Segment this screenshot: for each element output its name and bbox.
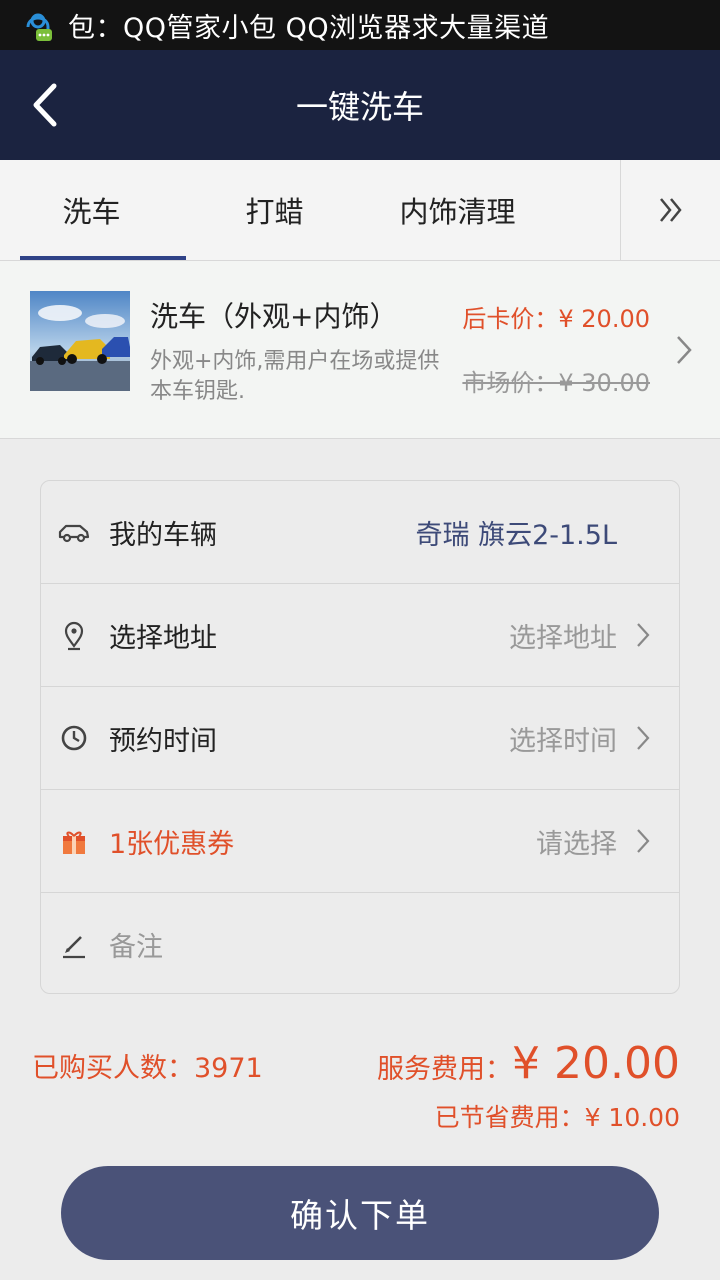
clock-icon <box>57 721 91 755</box>
tab-label: 打蜡 <box>245 195 304 229</box>
tab-wax[interactable]: 打蜡 <box>183 160 366 260</box>
product-name: 洗车（外观+内饰） <box>150 300 398 333</box>
chevron-left-icon <box>33 83 57 127</box>
time-row[interactable]: 预约时间 选择时间 <box>41 687 679 790</box>
vehicle-row[interactable]: 我的车辆 奇瑞 旗云2-1.5L <box>41 481 679 584</box>
time-label: 预约时间 <box>109 725 217 757</box>
gift-icon <box>57 824 91 858</box>
coupon-value: 请选择 <box>536 828 617 860</box>
status-bar: 包：QQ管家小包 QQ浏览器求大量渠道 <box>0 0 720 50</box>
coupon-label: 1张优惠券 <box>109 828 235 860</box>
car-icon <box>57 515 91 549</box>
back-button[interactable] <box>26 80 70 130</box>
address-label: 选择地址 <box>109 622 217 654</box>
service-fee: 服务费用： ¥ 20.00 <box>377 1038 680 1089</box>
note-row[interactable]: 备注 <box>41 893 679 995</box>
fee-value: ¥ 20.00 <box>512 1038 680 1089</box>
saved-amount: 已节省费用：¥ 10.00 <box>434 1103 680 1132</box>
chevron-right-icon <box>635 827 651 855</box>
card-price: 后卡价：¥ 20.00 <box>462 305 650 333</box>
buyers-count: 已购买人数：3971 <box>32 1053 263 1084</box>
location-pin-icon <box>57 618 91 652</box>
coupon-row[interactable]: 1张优惠券 请选择 <box>41 790 679 893</box>
notification-text: 包：QQ管家小包 QQ浏览器求大量渠道 <box>68 12 550 44</box>
tab-label: 洗车 <box>62 195 121 229</box>
product-image <box>30 291 130 391</box>
chevron-right-icon <box>635 621 651 649</box>
tab-label: 内饰清理 <box>399 195 516 229</box>
address-value: 选择地址 <box>509 622 617 654</box>
note-input[interactable]: 备注 <box>109 925 163 964</box>
tabs-more-button[interactable] <box>620 160 720 260</box>
confirm-order-button[interactable]: 确认下单 <box>61 1166 659 1260</box>
confirm-label: 确认下单 <box>290 1196 430 1235</box>
pen-icon <box>57 927 91 961</box>
service-tabs: 洗车 打蜡 内饰清理 <box>0 160 720 261</box>
product-card[interactable]: 洗车（外观+内饰） 外观+内饰,需用户在场或提供本车钥匙. 后卡价：¥ 20.0… <box>0 261 720 439</box>
product-description: 外观+内饰,需用户在场或提供本车钥匙. <box>150 349 440 404</box>
address-row[interactable]: 选择地址 选择地址 <box>41 584 679 687</box>
page-title: 一键洗车 <box>295 88 424 126</box>
chevron-right-icon <box>674 333 694 367</box>
fee-label: 服务费用： <box>377 1054 513 1085</box>
order-form: 我的车辆 奇瑞 旗云2-1.5L 选择地址 选择地址 预约时间 选择时间 1张优… <box>40 480 680 994</box>
chevron-right-icon <box>635 724 651 752</box>
vehicle-value: 奇瑞 旗云2-1.5L <box>415 519 618 551</box>
double-chevron-right-icon <box>659 198 682 222</box>
vehicle-label: 我的车辆 <box>109 519 217 551</box>
qq-manager-chat-icon <box>20 7 56 43</box>
tab-interior-cleaning[interactable]: 内饰清理 <box>366 160 549 260</box>
tab-wash[interactable]: 洗车 <box>0 160 186 260</box>
market-price: 市场价：¥ 30.00 <box>462 369 650 397</box>
nav-bar: 一键洗车 <box>0 50 720 160</box>
time-value: 选择时间 <box>509 725 617 757</box>
